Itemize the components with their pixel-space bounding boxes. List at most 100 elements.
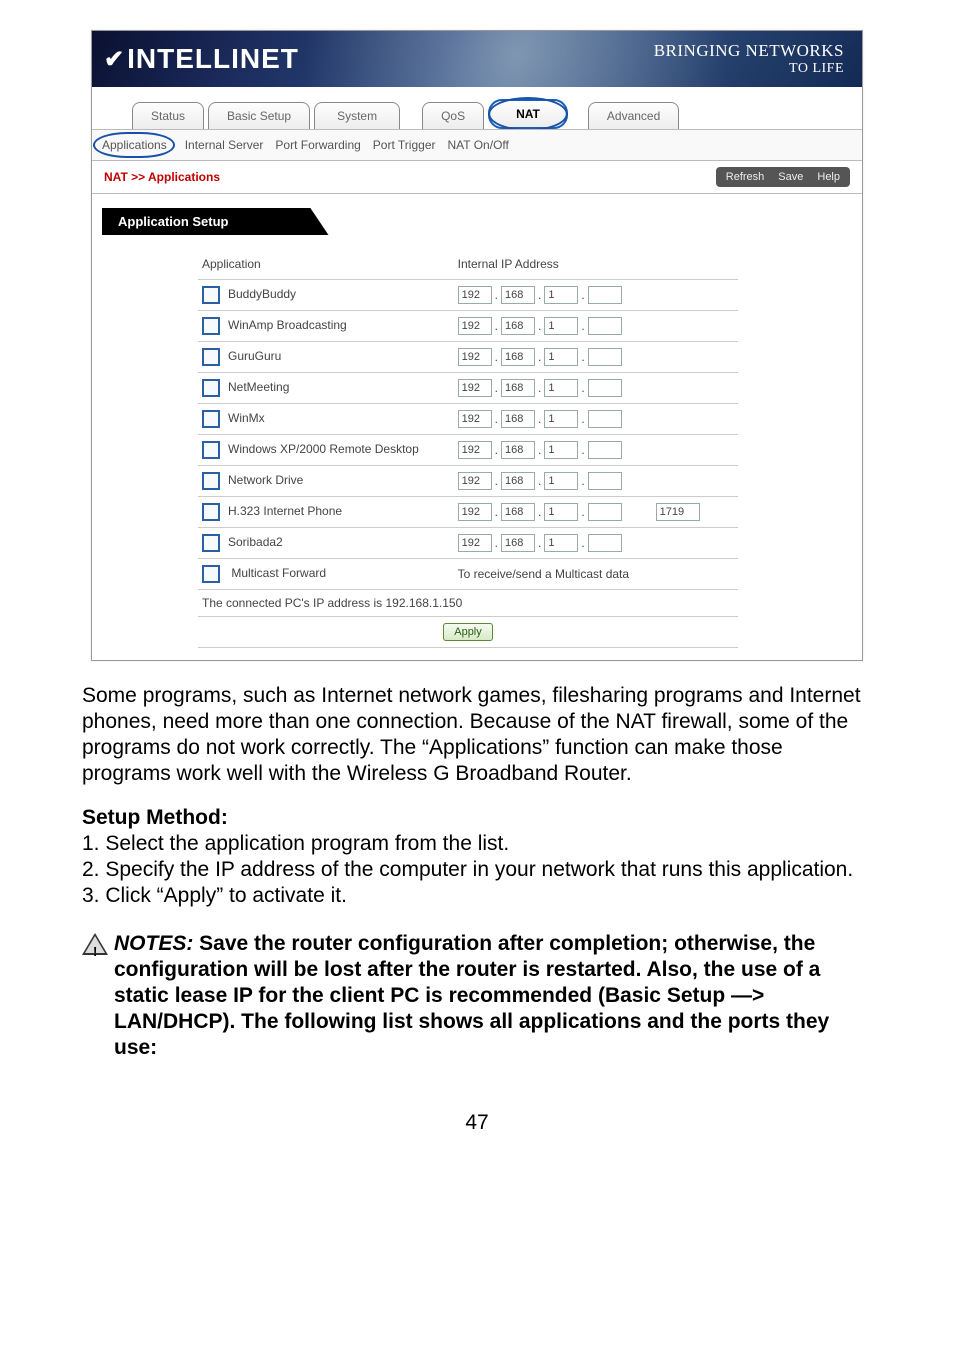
table-row: WinAmp Broadcasting192.168.1.: [198, 311, 738, 342]
ip-octet-input[interactable]: [588, 286, 622, 304]
ip-octet-input[interactable]: 192: [458, 286, 492, 304]
ip-octet-input[interactable]: [588, 317, 622, 335]
multicast-label: Multicast Forward: [231, 566, 326, 580]
ip-cell: 192.168.1.: [454, 528, 738, 559]
ip-octet-input[interactable]: 192: [458, 441, 492, 459]
dot-separator: .: [580, 474, 585, 488]
dot-separator: .: [580, 536, 585, 550]
subtab-applications[interactable]: Applications: [96, 136, 173, 154]
checkbox[interactable]: [202, 348, 220, 366]
help-link[interactable]: Help: [817, 171, 840, 183]
tab-advanced[interactable]: Advanced: [588, 102, 679, 129]
checkbox[interactable]: [202, 441, 220, 459]
ip-octet-input[interactable]: 192: [458, 348, 492, 366]
ip-octet-input[interactable]: 1: [544, 317, 578, 335]
ip-octet-input[interactable]: 168: [501, 410, 535, 428]
ip-octet-input[interactable]: 192: [458, 503, 492, 521]
ip-octet-input[interactable]: [588, 410, 622, 428]
sub-tabs: Applications Internal Server Port Forwar…: [92, 129, 862, 161]
checkbox[interactable]: [202, 286, 220, 304]
checkbox[interactable]: [202, 534, 220, 552]
checkbox[interactable]: [202, 379, 220, 397]
app-cell: WinAmp Broadcasting: [198, 311, 454, 342]
notes-body: Save the router configuration after comp…: [114, 932, 829, 1059]
tab-status[interactable]: Status: [132, 102, 204, 129]
dot-separator: .: [537, 350, 542, 364]
ip-cell: 192.168.1.: [454, 311, 738, 342]
app-name: H.323 Internet Phone: [228, 504, 342, 518]
subtab-port-forwarding[interactable]: Port Forwarding: [275, 138, 360, 152]
refresh-link[interactable]: Refresh: [726, 171, 765, 183]
ip-octet-input[interactable]: 192: [458, 410, 492, 428]
port-input[interactable]: 1719: [656, 503, 700, 521]
ip-octet-input[interactable]: 1: [544, 286, 578, 304]
tab-system[interactable]: System: [314, 102, 400, 129]
ip-octet-input[interactable]: [588, 503, 622, 521]
dot-separator: .: [537, 443, 542, 457]
ip-octet-input[interactable]: 1: [544, 534, 578, 552]
app-name: NetMeeting: [228, 380, 289, 394]
apply-button[interactable]: Apply: [443, 623, 493, 641]
ip-octet-input[interactable]: 192: [458, 379, 492, 397]
dot-separator: .: [494, 288, 499, 302]
slogan-line2: TO LIFE: [654, 61, 844, 77]
ip-octet-input[interactable]: 192: [458, 534, 492, 552]
save-link[interactable]: Save: [778, 171, 803, 183]
checkbox[interactable]: [202, 472, 220, 490]
ip-octet-input[interactable]: 1: [544, 503, 578, 521]
ip-cell: 192.168.1.: [454, 466, 738, 497]
ip-octet-input[interactable]: 168: [501, 534, 535, 552]
annotation-circle-icon: [93, 132, 175, 158]
ip-octet-input[interactable]: [588, 348, 622, 366]
tab-nat-label: NAT: [516, 107, 540, 121]
tab-basic-setup[interactable]: Basic Setup: [208, 102, 310, 129]
col-internal-ip: Internal IP Address: [454, 249, 738, 280]
ip-octet-input[interactable]: 1: [544, 348, 578, 366]
brand-logo: ✔ INTELLINET: [92, 43, 299, 75]
ip-cell: 192.168.1.: [454, 280, 738, 311]
ip-octet-input[interactable]: [588, 472, 622, 490]
subtab-internal-server[interactable]: Internal Server: [185, 138, 264, 152]
ip-octet-input[interactable]: 168: [501, 472, 535, 490]
checkbox[interactable]: [202, 410, 220, 428]
table-row: GuruGuru192.168.1.: [198, 342, 738, 373]
app-name: GuruGuru: [228, 349, 281, 363]
dot-separator: .: [537, 505, 542, 519]
connected-pc-note: The connected PC's IP address is 192.168…: [198, 590, 738, 617]
dot-separator: .: [537, 536, 542, 550]
ip-octet-input[interactable]: 168: [501, 503, 535, 521]
ip-octet-input[interactable]: 192: [458, 472, 492, 490]
ip-octet-input[interactable]: 168: [501, 317, 535, 335]
table-row: Soribada2192.168.1.: [198, 528, 738, 559]
app-cell: GuruGuru: [198, 342, 454, 373]
ip-octet-input[interactable]: 1: [544, 472, 578, 490]
checkbox[interactable]: [202, 503, 220, 521]
table-row: BuddyBuddy192.168.1.: [198, 280, 738, 311]
app-cell: H.323 Internet Phone: [198, 497, 454, 528]
checkbox[interactable]: [202, 317, 220, 335]
tab-nat[interactable]: NAT: [488, 99, 568, 129]
ip-octet-input[interactable]: 1: [544, 441, 578, 459]
ip-octet-input[interactable]: 1: [544, 410, 578, 428]
dot-separator: .: [494, 505, 499, 519]
tab-qos[interactable]: QoS: [422, 102, 484, 129]
ip-octet-input[interactable]: [588, 379, 622, 397]
subtab-nat-onoff[interactable]: NAT On/Off: [448, 138, 509, 152]
ip-octet-input[interactable]: 168: [501, 379, 535, 397]
app-name: Windows XP/2000 Remote Desktop: [228, 442, 419, 456]
ip-octet-input[interactable]: 168: [501, 441, 535, 459]
applications-table: Application Internal IP Address BuddyBud…: [198, 249, 738, 648]
ip-octet-input[interactable]: [588, 441, 622, 459]
ip-cell: 192.168.1.1719: [454, 497, 738, 528]
ip-octet-input[interactable]: [588, 534, 622, 552]
ip-octet-input[interactable]: 168: [501, 286, 535, 304]
app-cell: NetMeeting: [198, 373, 454, 404]
ip-octet-input[interactable]: 168: [501, 348, 535, 366]
ip-octet-input[interactable]: 192: [458, 317, 492, 335]
subtab-port-trigger[interactable]: Port Trigger: [373, 138, 436, 152]
breadcrumb-bar: NAT >> Applications Refresh Save Help: [92, 161, 862, 194]
checkbox[interactable]: [202, 565, 220, 583]
step-3: 3. Click “Apply” to activate it.: [82, 884, 347, 907]
ip-octet-input[interactable]: 1: [544, 379, 578, 397]
dot-separator: .: [537, 412, 542, 426]
